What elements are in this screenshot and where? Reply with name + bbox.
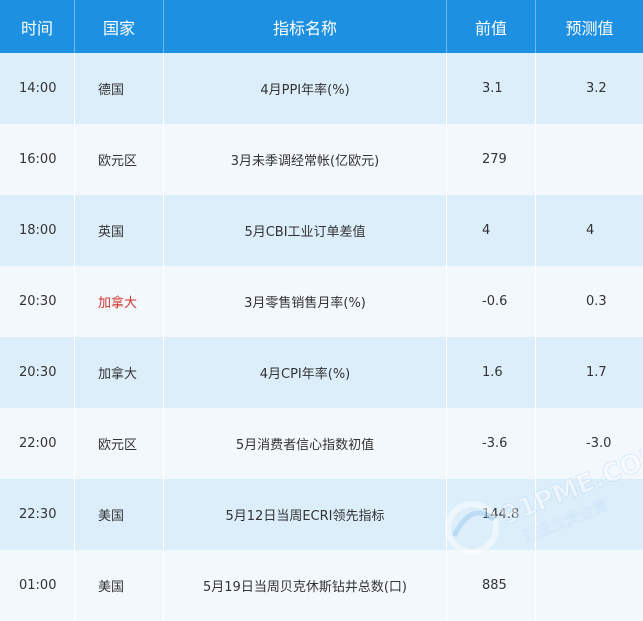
cell-time: 18:00 [0, 195, 75, 266]
cell-country: 加拿大 [75, 337, 164, 408]
cell-previous: 885 [447, 550, 536, 621]
table-row: 18:00英国5月CBI工业订单差值44 [0, 195, 643, 266]
cell-country: 英国 [75, 195, 164, 266]
table-row: 20:30加拿大3月零售销售月率(%)-0.60.3 [0, 266, 643, 337]
cell-indicator-name: 5月CBI工业订单差值 [164, 195, 447, 266]
cell-forecast [536, 550, 643, 621]
cell-indicator-name: 3月未季调经常帐(亿欧元) [164, 124, 447, 195]
cell-time: 22:00 [0, 408, 75, 479]
table-header-row: 时间 国家 指标名称 前值 预测值 [0, 0, 643, 53]
cell-time: 01:00 [0, 550, 75, 621]
cell-indicator-name: 3月零售销售月率(%) [164, 266, 447, 337]
header-previous: 前值 [447, 0, 536, 53]
cell-indicator-name: 4月CPI年率(%) [164, 337, 447, 408]
cell-country: 美国 [75, 550, 164, 621]
cell-country: 美国 [75, 479, 164, 550]
table-row: 20:30加拿大4月CPI年率(%)1.61.7 [0, 337, 643, 408]
cell-previous: 144.8 [447, 479, 536, 550]
cell-country: 欧元区 [75, 124, 164, 195]
header-indicator-name: 指标名称 [164, 0, 447, 53]
cell-forecast: -3.0 [536, 408, 643, 479]
cell-time: 20:30 [0, 266, 75, 337]
cell-indicator-name: 5月消费者信心指数初值 [164, 408, 447, 479]
cell-previous: 3.1 [447, 53, 536, 124]
cell-forecast [536, 479, 643, 550]
table-row: 22:00欧元区5月消费者信心指数初值-3.6-3.0 [0, 408, 643, 479]
cell-previous: 279 [447, 124, 536, 195]
cell-indicator-name: 5月19日当周贝克休斯钻井总数(口) [164, 550, 447, 621]
cell-country: 加拿大 [75, 266, 164, 337]
cell-country: 欧元区 [75, 408, 164, 479]
header-time: 时间 [0, 0, 75, 53]
cell-previous: 4 [447, 195, 536, 266]
cell-previous: -0.6 [447, 266, 536, 337]
table-row: 14:00德国4月PPI年率(%)3.13.2 [0, 53, 643, 124]
table-row: 16:00欧元区3月未季调经常帐(亿欧元)279 [0, 124, 643, 195]
header-forecast: 预测值 [536, 0, 643, 53]
cell-indicator-name: 5月12日当周ECRI领先指标 [164, 479, 447, 550]
cell-forecast: 0.3 [536, 266, 643, 337]
cell-previous: 1.6 [447, 337, 536, 408]
calendar-table: 时间 国家 指标名称 前值 预测值 14:00德国4月PPI年率(%)3.13.… [0, 0, 643, 621]
table-row: 22:30美国5月12日当周ECRI领先指标144.8 [0, 479, 643, 550]
cell-forecast: 1.7 [536, 337, 643, 408]
cell-time: 16:00 [0, 124, 75, 195]
cell-time: 22:30 [0, 479, 75, 550]
cell-forecast: 4 [536, 195, 643, 266]
cell-country: 德国 [75, 53, 164, 124]
cell-time: 20:30 [0, 337, 75, 408]
cell-previous: -3.6 [447, 408, 536, 479]
cell-indicator-name: 4月PPI年率(%) [164, 53, 447, 124]
header-country: 国家 [75, 0, 164, 53]
cell-forecast: 3.2 [536, 53, 643, 124]
cell-forecast [536, 124, 643, 195]
table-row: 01:00美国5月19日当周贝克休斯钻井总数(口)885 [0, 550, 643, 621]
cell-time: 14:00 [0, 53, 75, 124]
